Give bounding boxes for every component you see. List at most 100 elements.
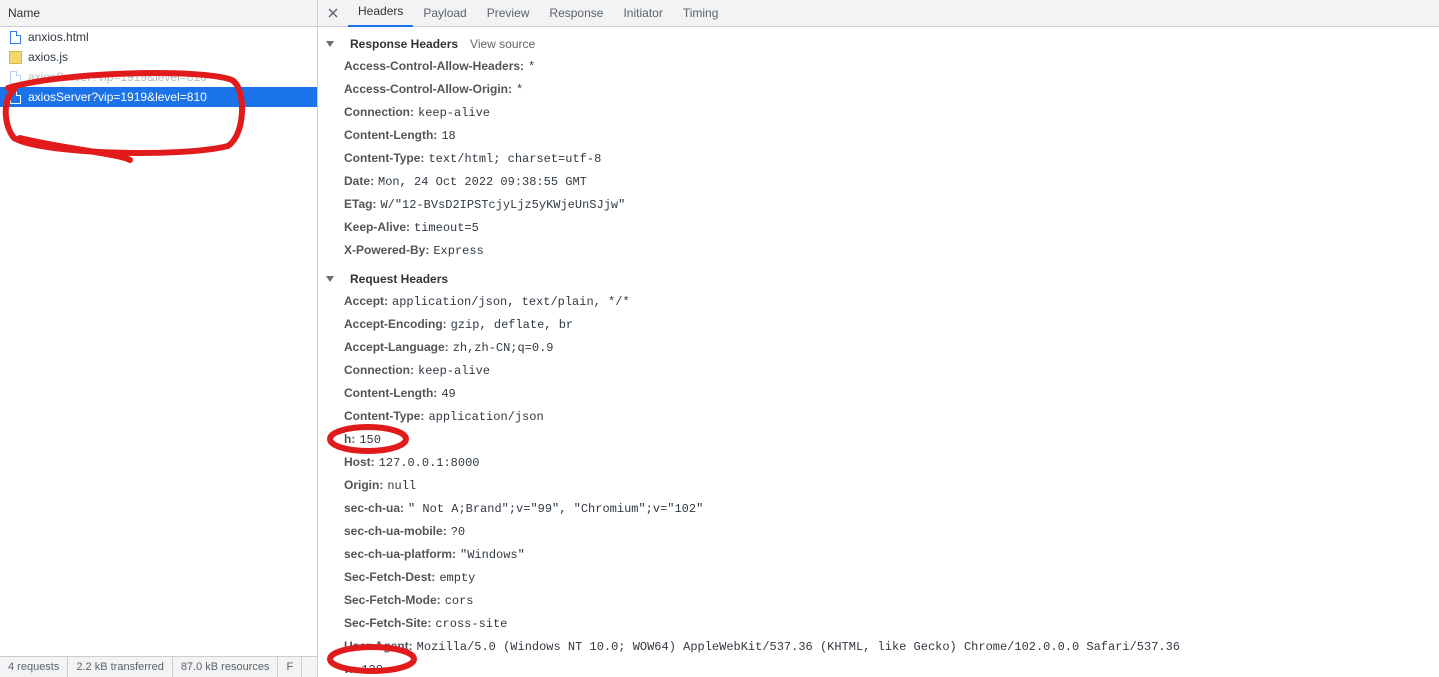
status-resources: 87.0 kB resources <box>173 657 279 677</box>
header-value: application/json, text/plain, */* <box>392 295 630 309</box>
header-value: cross-site <box>435 617 507 631</box>
header-key: Sec-Fetch-Site: <box>344 616 431 630</box>
script-icon <box>8 50 22 64</box>
request-name: axios.js <box>28 50 68 64</box>
header-row: ETag: W/"12-BVsD2IPSTcjyLjz5yKWjeUnSJjw" <box>326 193 1439 216</box>
header-key: Keep-Alive: <box>344 220 410 234</box>
header-row: Date: Mon, 24 Oct 2022 09:38:55 GMT <box>326 170 1439 193</box>
header-value: 49 <box>441 387 455 401</box>
header-key: Connection: <box>344 105 414 119</box>
header-row: User-Agent:Mozilla/5.0 (Windows NT 10.0;… <box>326 635 1439 658</box>
header-key: Accept-Encoding: <box>344 317 447 331</box>
request-list: anxios.html axios.js axiosServer?vip=191… <box>0 27 317 656</box>
header-key: Sec-Fetch-Mode: <box>344 593 441 607</box>
header-row: Sec-Fetch-Dest:empty <box>326 566 1439 589</box>
header-key: sec-ch-ua: <box>344 501 404 515</box>
header-value: 18 <box>441 129 455 143</box>
header-key: Access-Control-Allow-Headers: <box>344 59 524 73</box>
header-value: cors <box>445 594 474 608</box>
name-column-header[interactable]: Name <box>0 0 317 27</box>
header-value: empty <box>439 571 475 585</box>
header-value: Mozilla/5.0 (Windows NT 10.0; WOW64) App… <box>417 640 1180 654</box>
request-row[interactable]: axiosServer?vip=1919&level=810 <box>0 67 317 87</box>
header-row: Accept: application/json, text/plain, */* <box>326 290 1439 313</box>
tab-response[interactable]: Response <box>539 0 613 27</box>
devtools-root: Name anxios.html axios.js axiosServer?vi… <box>0 0 1439 677</box>
document-icon <box>8 90 22 104</box>
status-extra: F <box>278 657 302 677</box>
header-value: gzip, deflate, br <box>451 318 573 332</box>
header-value: " Not A;Brand";v="99", "Chromium";v="102… <box>408 502 703 516</box>
header-row: Content-Length:49 <box>326 382 1439 405</box>
header-key: h: <box>344 432 355 446</box>
header-key: Origin: <box>344 478 383 492</box>
close-icon[interactable] <box>324 4 342 22</box>
header-value: Express <box>433 244 483 258</box>
header-value: 150 <box>359 433 381 447</box>
request-row[interactable]: anxios.html <box>0 27 317 47</box>
tab-preview[interactable]: Preview <box>477 0 540 27</box>
header-value: * <box>516 83 523 97</box>
request-row-selected[interactable]: axiosServer?vip=1919&level=810 <box>0 87 317 107</box>
header-row: Content-Type: text/html; charset=utf-8 <box>326 147 1439 170</box>
header-row: Connection: keep-alive <box>326 101 1439 124</box>
header-key: sec-ch-ua-platform: <box>344 547 456 561</box>
header-row: Content-Type:application/json <box>326 405 1439 428</box>
tab-initiator[interactable]: Initiator <box>613 0 672 27</box>
header-value: * <box>528 60 535 74</box>
response-headers-section: Response Headers View source Access-Cont… <box>326 33 1439 262</box>
header-key: w: <box>344 662 357 676</box>
status-bar: 4 requests 2.2 kB transferred 87.0 kB re… <box>0 656 317 677</box>
header-key: X-Powered-By: <box>344 243 429 257</box>
request-name: axiosServer?vip=1919&level=810 <box>28 90 207 104</box>
request-headers-section: Request Headers Accept: application/json,… <box>326 268 1439 677</box>
header-key: Content-Length: <box>344 128 437 142</box>
header-row: Keep-Alive:timeout=5 <box>326 216 1439 239</box>
header-key: ETag: <box>344 197 376 211</box>
network-requests-panel: Name anxios.html axios.js axiosServer?vi… <box>0 0 318 677</box>
header-key: Connection: <box>344 363 414 377</box>
request-row[interactable]: axios.js <box>0 47 317 67</box>
status-transferred: 2.2 kB transferred <box>68 657 172 677</box>
header-row: Accept-Language:zh,zh-CN;q=0.9 <box>326 336 1439 359</box>
section-title: Response Headers <box>350 37 458 51</box>
header-value: keep-alive <box>418 106 490 120</box>
tab-timing[interactable]: Timing <box>673 0 729 27</box>
view-source-link[interactable]: View source <box>470 37 535 51</box>
header-row: Connection: keep-alive <box>326 359 1439 382</box>
header-key: Content-Type: <box>344 409 424 423</box>
section-header[interactable]: Request Headers <box>326 268 1439 290</box>
header-row: sec-ch-ua: " Not A;Brand";v="99", "Chromi… <box>326 497 1439 520</box>
header-value: "Windows" <box>460 548 525 562</box>
header-value: keep-alive <box>418 364 490 378</box>
document-icon <box>8 70 22 84</box>
header-row: Access-Control-Allow-Origin: * <box>326 78 1439 101</box>
header-key: Content-Type: <box>344 151 424 165</box>
headers-detail-body: Response Headers View source Access-Cont… <box>318 27 1439 677</box>
header-row: sec-ch-ua-mobile: ?0 <box>326 520 1439 543</box>
header-row: X-Powered-By: Express <box>326 239 1439 262</box>
header-value: Mon, 24 Oct 2022 09:38:55 GMT <box>378 175 587 189</box>
section-header[interactable]: Response Headers View source <box>326 33 1439 55</box>
header-row: sec-ch-ua-platform: "Windows" <box>326 543 1439 566</box>
header-row: Accept-Encoding: gzip, deflate, br <box>326 313 1439 336</box>
header-key: Host: <box>344 455 375 469</box>
tab-payload[interactable]: Payload <box>413 0 476 27</box>
request-name: anxios.html <box>28 30 89 44</box>
header-value: 120 <box>361 663 383 677</box>
request-name: axiosServer?vip=1919&level=810 <box>28 70 207 84</box>
header-value: ?0 <box>451 525 465 539</box>
header-value: text/html; charset=utf-8 <box>428 152 601 166</box>
section-title: Request Headers <box>350 272 448 286</box>
header-key: Access-Control-Allow-Origin: <box>344 82 512 96</box>
header-key: Date: <box>344 174 374 188</box>
tab-headers[interactable]: Headers <box>348 0 413 27</box>
disclosure-triangle-icon <box>326 276 334 282</box>
header-key: sec-ch-ua-mobile: <box>344 524 447 538</box>
header-value: null <box>387 479 416 493</box>
header-row: Content-Length: 18 <box>326 124 1439 147</box>
header-row: h: 150 <box>326 428 1439 451</box>
header-value: W/"12-BVsD2IPSTcjyLjz5yKWjeUnSJjw" <box>380 198 625 212</box>
header-key: Accept: <box>344 294 388 308</box>
header-value: zh,zh-CN;q=0.9 <box>453 341 554 355</box>
